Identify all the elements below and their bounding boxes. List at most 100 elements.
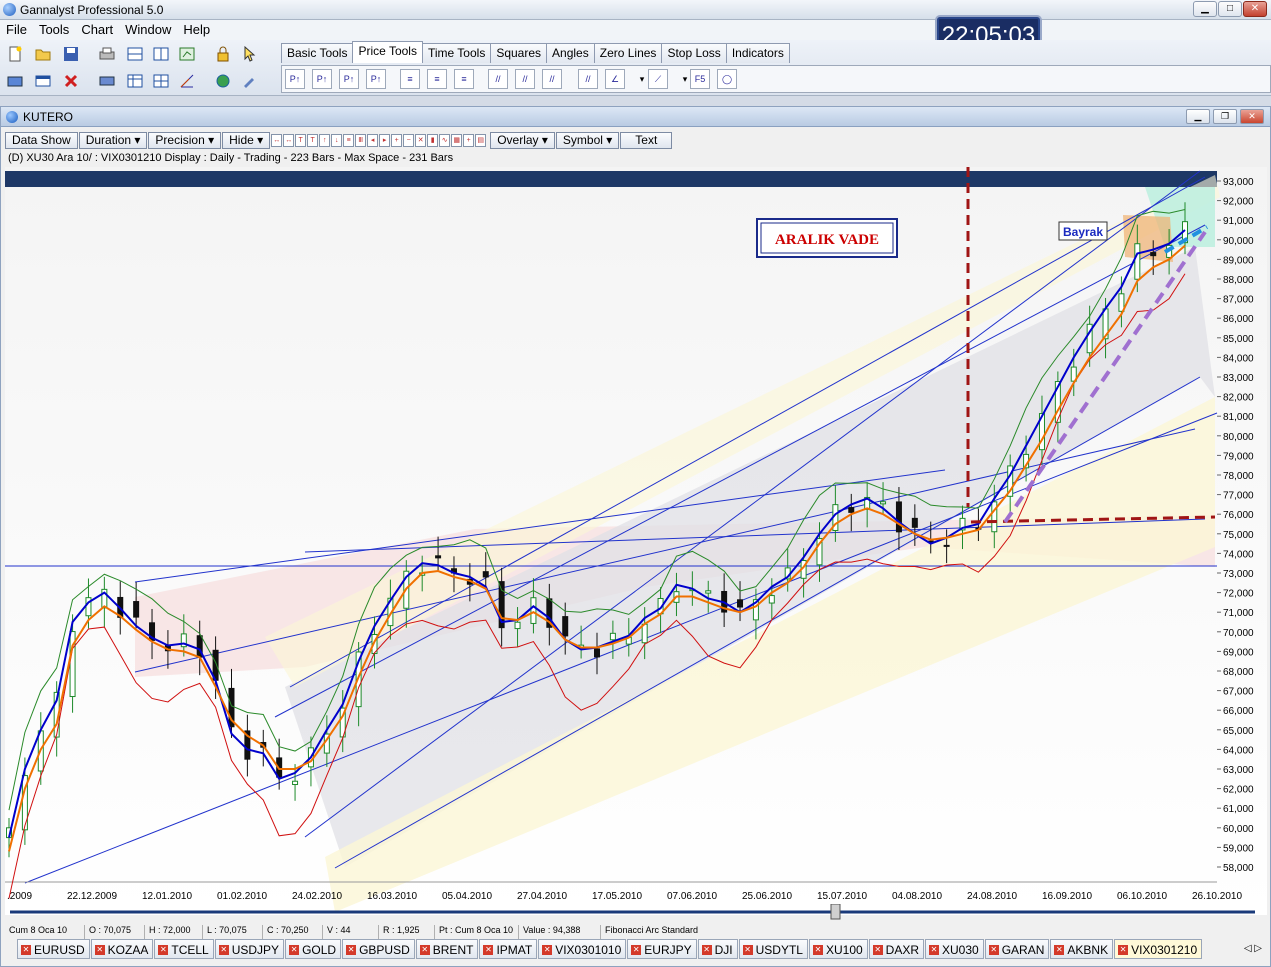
zoom-in-icon[interactable]: + xyxy=(391,133,403,147)
chart-minimize-button[interactable]: ▁ xyxy=(1186,109,1210,124)
calculator-icon[interactable]: ▤ xyxy=(475,133,487,147)
lock-icon[interactable] xyxy=(212,43,234,65)
cancel-icon[interactable]: ✕ xyxy=(415,133,427,147)
duration-dropdown[interactable]: Duration ▾ xyxy=(78,131,148,149)
close-tab-icon[interactable]: ✕ xyxy=(701,944,712,955)
chart-close-button[interactable]: ✕ xyxy=(1240,109,1264,124)
close-tab-icon[interactable]: ✕ xyxy=(742,944,753,955)
zoom-out-icon[interactable]: − xyxy=(403,133,415,147)
tab-basic-tools[interactable]: Basic Tools xyxy=(281,43,354,63)
close-tab-icon[interactable]: ✕ xyxy=(21,944,31,955)
menu-window[interactable]: Window xyxy=(119,20,177,40)
close-tab-icon[interactable]: ✕ xyxy=(483,944,494,955)
price-tool-3-icon[interactable]: P↑ xyxy=(339,69,359,89)
symbol-tab-vix0301010[interactable]: ✕ VIX0301010 xyxy=(538,939,627,959)
symbol-tab-eurjpy[interactable]: ✕ EURJPY xyxy=(627,939,697,959)
price-tool-2-icon[interactable]: P↑ xyxy=(312,69,332,89)
parallel-lines-1-icon[interactable]: // xyxy=(488,69,508,89)
fan-tool-icon[interactable]: ⟋ xyxy=(648,69,668,89)
close-tab-icon[interactable]: ✕ xyxy=(289,944,300,955)
next-icon[interactable]: ▸ xyxy=(379,133,391,147)
symbol-tab-daxr[interactable]: ✕ DAXR xyxy=(868,939,925,959)
top-icon[interactable]: T xyxy=(295,133,307,147)
pointer-icon[interactable] xyxy=(238,43,260,65)
save-icon[interactable] xyxy=(60,43,82,65)
minimize-button[interactable]: ▁ xyxy=(1193,1,1217,17)
close-tab-icon[interactable]: ✕ xyxy=(1118,944,1129,955)
tab-zero-lines[interactable]: Zero Lines xyxy=(593,43,663,63)
scroll-left-icon[interactable]: ↔ xyxy=(271,133,283,147)
close-tab-icon[interactable]: ✕ xyxy=(419,944,430,955)
brush-icon[interactable] xyxy=(238,70,260,92)
price-chart-svg[interactable]: 93,000 92,000 91,000 90,000 89,000 88,000 87,0… xyxy=(5,167,1267,915)
delete-icon[interactable] xyxy=(60,70,82,92)
precision-dropdown[interactable]: Precision ▾ xyxy=(148,131,222,149)
symbol-tab-tcell[interactable]: ✕ TCELL xyxy=(154,939,214,959)
symbol-tab-brent[interactable]: ✕ BRENT xyxy=(415,939,479,959)
price-tool-4-icon[interactable]: P↑ xyxy=(366,69,386,89)
price-chart[interactable]: 93,000 92,000 91,000 90,000 89,000 88,000 87,0… xyxy=(5,167,1267,915)
layout-vertical-icon[interactable] xyxy=(150,43,172,65)
parallel-lines-2-icon[interactable]: // xyxy=(515,69,535,89)
down-icon[interactable]: ↓ xyxy=(331,133,343,147)
parallel-lines-3-icon[interactable]: // xyxy=(542,69,562,89)
symbol-dropdown[interactable]: Symbol ▾ xyxy=(555,131,620,149)
close-tab-icon[interactable]: ✕ xyxy=(631,944,642,955)
crosshair-icon[interactable]: + xyxy=(463,133,475,147)
close-tab-icon[interactable]: ✕ xyxy=(929,944,940,955)
close-tab-icon[interactable]: ✕ xyxy=(872,944,883,955)
symbol-tabs-nav[interactable]: ◁ ▷ xyxy=(1244,943,1262,954)
keyboard-icon[interactable] xyxy=(4,70,26,92)
chart-angle-icon[interactable] xyxy=(176,70,198,92)
tab-squares[interactable]: Squares xyxy=(490,43,548,63)
candle-icon[interactable]: ▮ xyxy=(427,133,439,147)
price-tool-1-icon[interactable]: P↑ xyxy=(285,69,305,89)
close-tab-icon[interactable]: ✕ xyxy=(94,944,105,955)
symbol-tab-usdjpy[interactable]: ✕ USDJPY xyxy=(214,939,285,959)
close-tab-icon[interactable]: ✕ xyxy=(988,944,999,955)
symbol-tab-gbpusd[interactable]: ✕ GBPUSD xyxy=(342,939,415,959)
new-file-icon[interactable] xyxy=(4,43,26,65)
scroll-right-icon[interactable]: ↔ xyxy=(283,133,295,147)
scrollbar-thumb[interactable] xyxy=(830,904,841,920)
tab-time-tools[interactable]: Time Tools xyxy=(421,43,492,63)
symbol-tab-xu100[interactable]: ✕ XU100 xyxy=(808,939,868,959)
chart-restore-button[interactable]: ❐ xyxy=(1213,109,1237,124)
close-button[interactable]: ✕ xyxy=(1243,1,1267,17)
price-levels-2-icon[interactable]: ≡ xyxy=(427,69,447,89)
line-chart-icon[interactable]: ∿ xyxy=(439,133,451,147)
up-icon[interactable]: ↑ xyxy=(319,133,331,147)
data-show-button[interactable]: Data Show xyxy=(5,131,78,149)
close-tab-icon[interactable]: ✕ xyxy=(346,944,357,955)
lines-icon[interactable]: ≡ xyxy=(343,133,355,147)
close-tab-icon[interactable]: ✕ xyxy=(158,944,169,955)
close-tab-icon[interactable]: ✕ xyxy=(542,944,553,955)
symbol-tab-garan[interactable]: ✕ GARAN xyxy=(984,939,1050,959)
export-chart-icon[interactable] xyxy=(176,43,198,65)
symbol-tab-xu030[interactable]: ✕ XU030 xyxy=(925,939,984,959)
text-button[interactable]: Text xyxy=(620,131,673,149)
close-tab-icon[interactable]: ✕ xyxy=(812,944,823,955)
symbol-tab-usdytl[interactable]: ✕ USDYTL xyxy=(738,939,808,959)
symbol-tab-akbnk[interactable]: ✕ AKBNK xyxy=(1050,939,1114,959)
open-folder-icon[interactable] xyxy=(32,43,54,65)
table-icon[interactable] xyxy=(124,70,146,92)
film-icon[interactable] xyxy=(96,70,118,92)
symbol-tab-gold[interactable]: ✕ GOLD xyxy=(285,939,342,959)
tab-angles[interactable]: Angles xyxy=(546,43,595,63)
bars-icon[interactable]: Ⅲ xyxy=(355,133,367,147)
tab-indicators[interactable]: Indicators xyxy=(725,43,790,63)
table-view-icon[interactable]: ▦ xyxy=(451,133,463,147)
maximize-button[interactable]: □ xyxy=(1218,1,1242,17)
print-icon[interactable] xyxy=(96,43,118,65)
symbol-tab-dji[interactable]: ✕ DJI xyxy=(697,939,738,959)
close-tab-icon[interactable]: ✕ xyxy=(218,944,229,955)
symbol-tab-vix0301210[interactable]: ✕ VIX0301210 xyxy=(1114,939,1203,959)
channel-2-icon[interactable]: ∠ xyxy=(605,69,625,89)
bottom-icon[interactable]: T xyxy=(307,133,319,147)
overlay-dropdown[interactable]: Overlay ▾ xyxy=(490,131,555,149)
tab-price-tools[interactable]: Price Tools xyxy=(352,41,423,63)
menu-tools[interactable]: Tools xyxy=(33,20,75,40)
layout-horizontal-icon[interactable] xyxy=(124,43,146,65)
menu-chart[interactable]: Chart xyxy=(75,20,119,40)
